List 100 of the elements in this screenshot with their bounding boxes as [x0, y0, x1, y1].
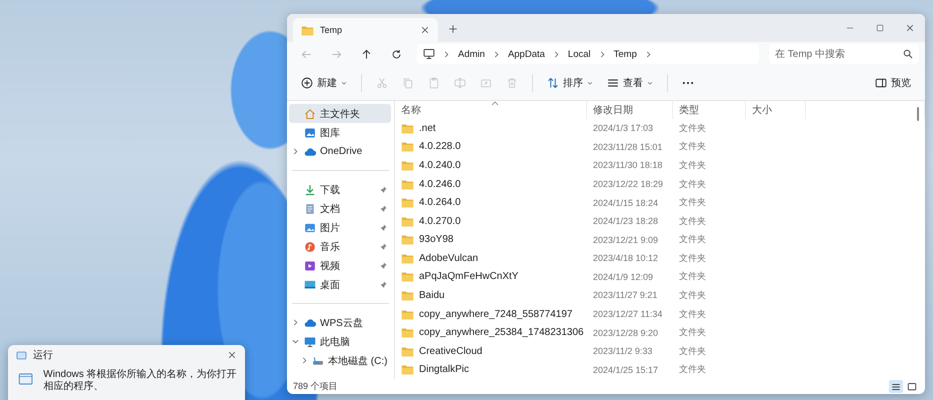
file-type: 文件夹: [679, 288, 706, 302]
sidebar-item[interactable]: 此电脑: [289, 332, 391, 351]
close-icon[interactable]: [227, 350, 237, 360]
breadcrumb-item[interactable]: Temp: [614, 48, 637, 60]
chevron-icon[interactable]: [598, 50, 606, 58]
sort-button[interactable]: 排序: [541, 71, 599, 95]
folder-icon: [401, 140, 414, 154]
chevron-down-icon[interactable]: [292, 338, 299, 345]
download-icon: [304, 184, 316, 196]
file-name[interactable]: AdobeVulcan: [419, 252, 478, 264]
breadcrumb-item[interactable]: Local: [568, 48, 591, 60]
sidebar-item[interactable]: OneDrive: [289, 142, 391, 161]
chevron-icon[interactable]: [492, 50, 500, 58]
file-type: 文件夹: [679, 363, 706, 376]
copy-icon: [402, 77, 414, 89]
pin-icon[interactable]: [380, 262, 387, 269]
new-button[interactable]: 新建: [295, 71, 353, 95]
file-type: 文件夹: [679, 196, 706, 210]
column-header[interactable]: 大小: [746, 101, 806, 119]
cloud-icon: [304, 316, 316, 328]
file-name[interactable]: Baidu: [419, 290, 445, 301]
file-type: 文件夹: [679, 178, 706, 191]
file-type: 文件夹: [679, 344, 706, 358]
modified-date: 2024/1/23 18:28: [593, 216, 658, 226]
sidebar-item[interactable]: 图片: [289, 218, 391, 237]
modified-date: 2023/4/18 10:12: [593, 253, 658, 264]
dialog-title: 运行: [33, 348, 54, 362]
file-name[interactable]: 4.0.246.0: [419, 178, 461, 190]
pin-icon[interactable]: [380, 281, 387, 288]
column-header[interactable]: 类型: [673, 101, 746, 119]
modified-date: 2024/1/3 17:03: [593, 123, 654, 134]
file-name[interactable]: CreativeCloud: [419, 346, 482, 357]
chevron-icon[interactable]: [443, 50, 450, 58]
chevron-icon[interactable]: [644, 50, 652, 58]
file-type: 文件夹: [679, 158, 706, 172]
up-arrow-icon: [360, 48, 372, 60]
pin-icon[interactable]: [380, 224, 387, 231]
share-icon: [480, 77, 492, 89]
file-name[interactable]: 4.0.240.0: [419, 160, 461, 171]
file-name[interactable]: 93oY98: [419, 234, 454, 246]
monitor-icon[interactable]: [423, 48, 435, 60]
column-header[interactable]: 名称: [395, 101, 587, 119]
pin-icon[interactable]: [380, 205, 387, 212]
search-field[interactable]: 在 Temp 中搜索: [769, 44, 919, 64]
breadcrumb-item[interactable]: AppData: [508, 48, 545, 60]
view-button[interactable]: 查看: [601, 71, 659, 95]
panel-icon: [875, 77, 887, 89]
left-arrow-icon: [300, 48, 312, 60]
close-icon[interactable]: [905, 23, 915, 33]
file-name[interactable]: .net: [419, 122, 436, 134]
file-name[interactable]: 4.0.264.0: [419, 197, 461, 208]
modified-date: 2024/1/9 12:09: [593, 272, 654, 282]
caret-icon: [647, 80, 653, 86]
scrollbar-thumb[interactable]: [917, 107, 919, 121]
file-name[interactable]: copy_anywhere_7248_558774197: [419, 308, 572, 320]
file-name[interactable]: aPqJaQmFeHwCnXtY: [419, 271, 518, 282]
cloud-icon: [304, 146, 316, 158]
file-name[interactable]: copy_anywhere_25384_1748231306: [419, 327, 584, 338]
chevron-right-icon[interactable]: [301, 357, 308, 364]
caret-icon: [341, 80, 347, 86]
sidebar-item[interactable]: 主文件夹: [289, 104, 391, 123]
chevron-icon[interactable]: [552, 50, 560, 58]
sidebar-item[interactable]: 图库: [289, 123, 391, 142]
maximize-icon[interactable]: [875, 23, 885, 33]
sidebar-item[interactable]: 音乐: [289, 237, 391, 256]
sidebar-item[interactable]: 本地磁盘 (C:): [289, 351, 391, 370]
folder-icon: [401, 326, 414, 340]
preview-button[interactable]: 预览: [869, 71, 917, 95]
tiles-view-button[interactable]: [905, 380, 919, 393]
file-name[interactable]: DingtalkPic: [419, 364, 470, 376]
folder-icon: [401, 270, 414, 284]
file-name[interactable]: 4.0.270.0: [419, 216, 461, 227]
chevron-right-icon[interactable]: [292, 148, 299, 155]
list-icon: [891, 382, 901, 392]
chevron-right-icon[interactable]: [292, 319, 299, 326]
breadcrumb-item[interactable]: Admin: [458, 48, 485, 60]
home-icon: [304, 108, 316, 120]
folder-icon: [401, 233, 414, 246]
sidebar-item[interactable]: 文档: [289, 199, 391, 218]
address-bar[interactable]: Admin AppData Local Temp: [417, 44, 759, 64]
pin-icon[interactable]: [380, 186, 387, 193]
column-header[interactable]: 修改日期: [587, 101, 673, 119]
tab[interactable]: Temp: [293, 18, 438, 42]
file-name[interactable]: 4.0.228.0: [419, 141, 461, 152]
sidebar-item[interactable]: 桌面: [289, 275, 391, 294]
close-icon[interactable]: [420, 25, 430, 35]
sidebar-item[interactable]: 下载: [289, 180, 391, 199]
document-icon: [304, 202, 316, 214]
sidebar-item[interactable]: 视频: [289, 256, 391, 275]
details-view-button[interactable]: [889, 380, 903, 393]
search-icon[interactable]: [903, 49, 913, 59]
file-type: 文件夹: [679, 140, 706, 154]
modified-date: 2023/11/2 9:33: [593, 346, 652, 356]
monitor-icon: [304, 336, 316, 348]
sidebar-item[interactable]: WPS云盘: [289, 313, 391, 332]
file-type: 文件夹: [679, 122, 706, 135]
modified-date: 2023/12/27 11:34: [593, 309, 662, 320]
pin-icon[interactable]: [380, 243, 387, 250]
folder-icon: [401, 363, 414, 376]
scissors-icon: [376, 77, 388, 89]
